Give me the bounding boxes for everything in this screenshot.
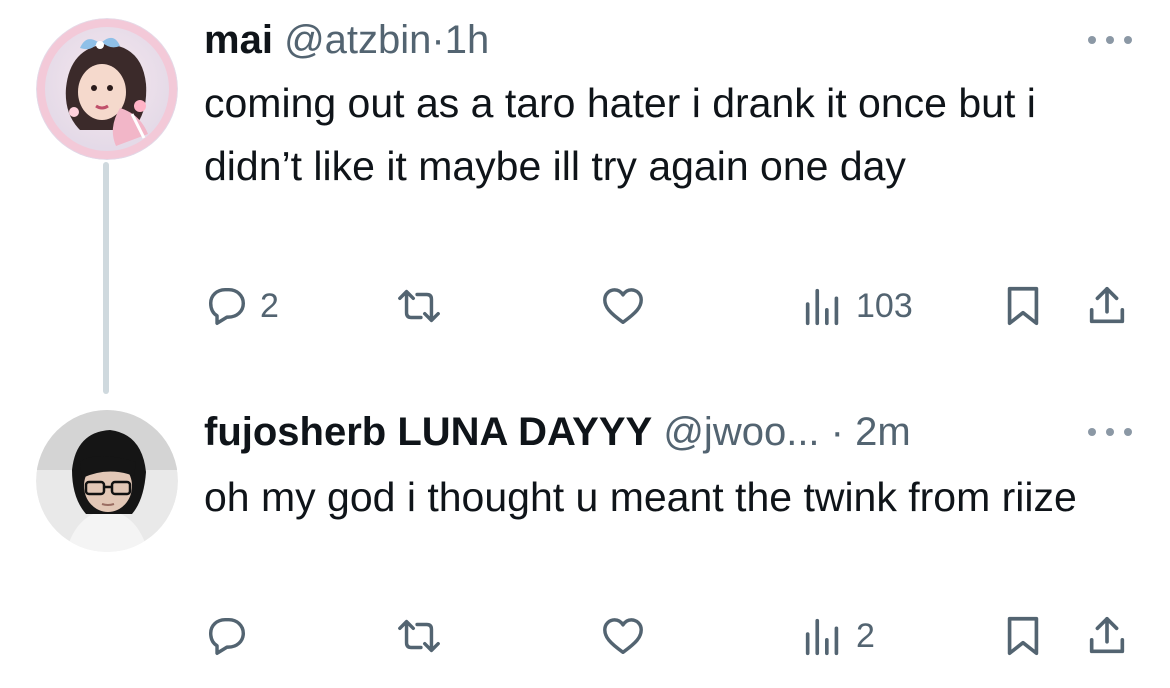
retweet-button[interactable]: [396, 612, 452, 660]
share-icon: [1089, 286, 1125, 324]
tweet[interactable]: mai @atzbin·1h coming out as a taro hate…: [0, 0, 1170, 380]
reply-icon: [208, 617, 246, 655]
handle[interactable]: @atzbin: [284, 18, 431, 62]
like-button[interactable]: [600, 612, 656, 660]
reply-count: 2: [260, 286, 279, 325]
timestamp[interactable]: 2m: [855, 410, 911, 454]
share-button[interactable]: [1084, 612, 1130, 660]
thread: mai @atzbin·1h coming out as a taro hate…: [0, 0, 1170, 688]
action-bar: 2: [204, 612, 1134, 660]
heart-icon: [603, 618, 643, 655]
display-name[interactable]: fujosherb LUNA DAYYY: [204, 410, 652, 454]
handle[interactable]: @jwoo...: [663, 410, 819, 454]
tweet-text: coming out as a taro hater i drank it on…: [204, 80, 1036, 189]
views-count: 2: [856, 616, 875, 655]
timestamp[interactable]: 1h: [445, 18, 490, 62]
reply-button[interactable]: 2: [204, 282, 279, 330]
tweet[interactable]: fujosherb LUNA DAYYY @jwoo... · 2m oh my…: [0, 380, 1170, 688]
reply-button[interactable]: [204, 612, 260, 660]
tweet-text: oh my god i thought u meant the twink fr…: [204, 474, 1077, 520]
views-button[interactable]: 103: [800, 282, 913, 330]
display-name[interactable]: mai: [204, 18, 273, 62]
bookmark-icon: [1007, 616, 1039, 656]
views-icon: [805, 288, 839, 326]
tweet-header: fujosherb LUNA DAYYY @jwoo... · 2m: [204, 406, 911, 458]
views-count: 103: [856, 286, 913, 325]
avatar[interactable]: [36, 410, 178, 552]
separator-dot: ·: [830, 410, 844, 454]
like-button[interactable]: [600, 282, 656, 330]
bookmark-button[interactable]: [1000, 612, 1046, 660]
more-icon[interactable]: [1088, 30, 1132, 50]
more-icon[interactable]: [1088, 422, 1132, 442]
heart-icon: [603, 288, 643, 325]
reply-icon: [208, 287, 246, 325]
share-button[interactable]: [1084, 282, 1130, 330]
views-icon: [805, 618, 839, 656]
retweet-icon: [398, 619, 440, 653]
retweet-icon: [398, 289, 440, 323]
views-button[interactable]: 2: [800, 612, 875, 660]
bookmark-icon: [1007, 286, 1039, 326]
action-bar: 2 103: [204, 282, 1134, 330]
tweet-header: mai @atzbin·1h: [204, 14, 489, 66]
avatar[interactable]: [36, 18, 178, 160]
share-icon: [1089, 616, 1125, 654]
retweet-button[interactable]: [396, 282, 452, 330]
separator-dot: ·: [431, 18, 445, 62]
bookmark-button[interactable]: [1000, 282, 1046, 330]
